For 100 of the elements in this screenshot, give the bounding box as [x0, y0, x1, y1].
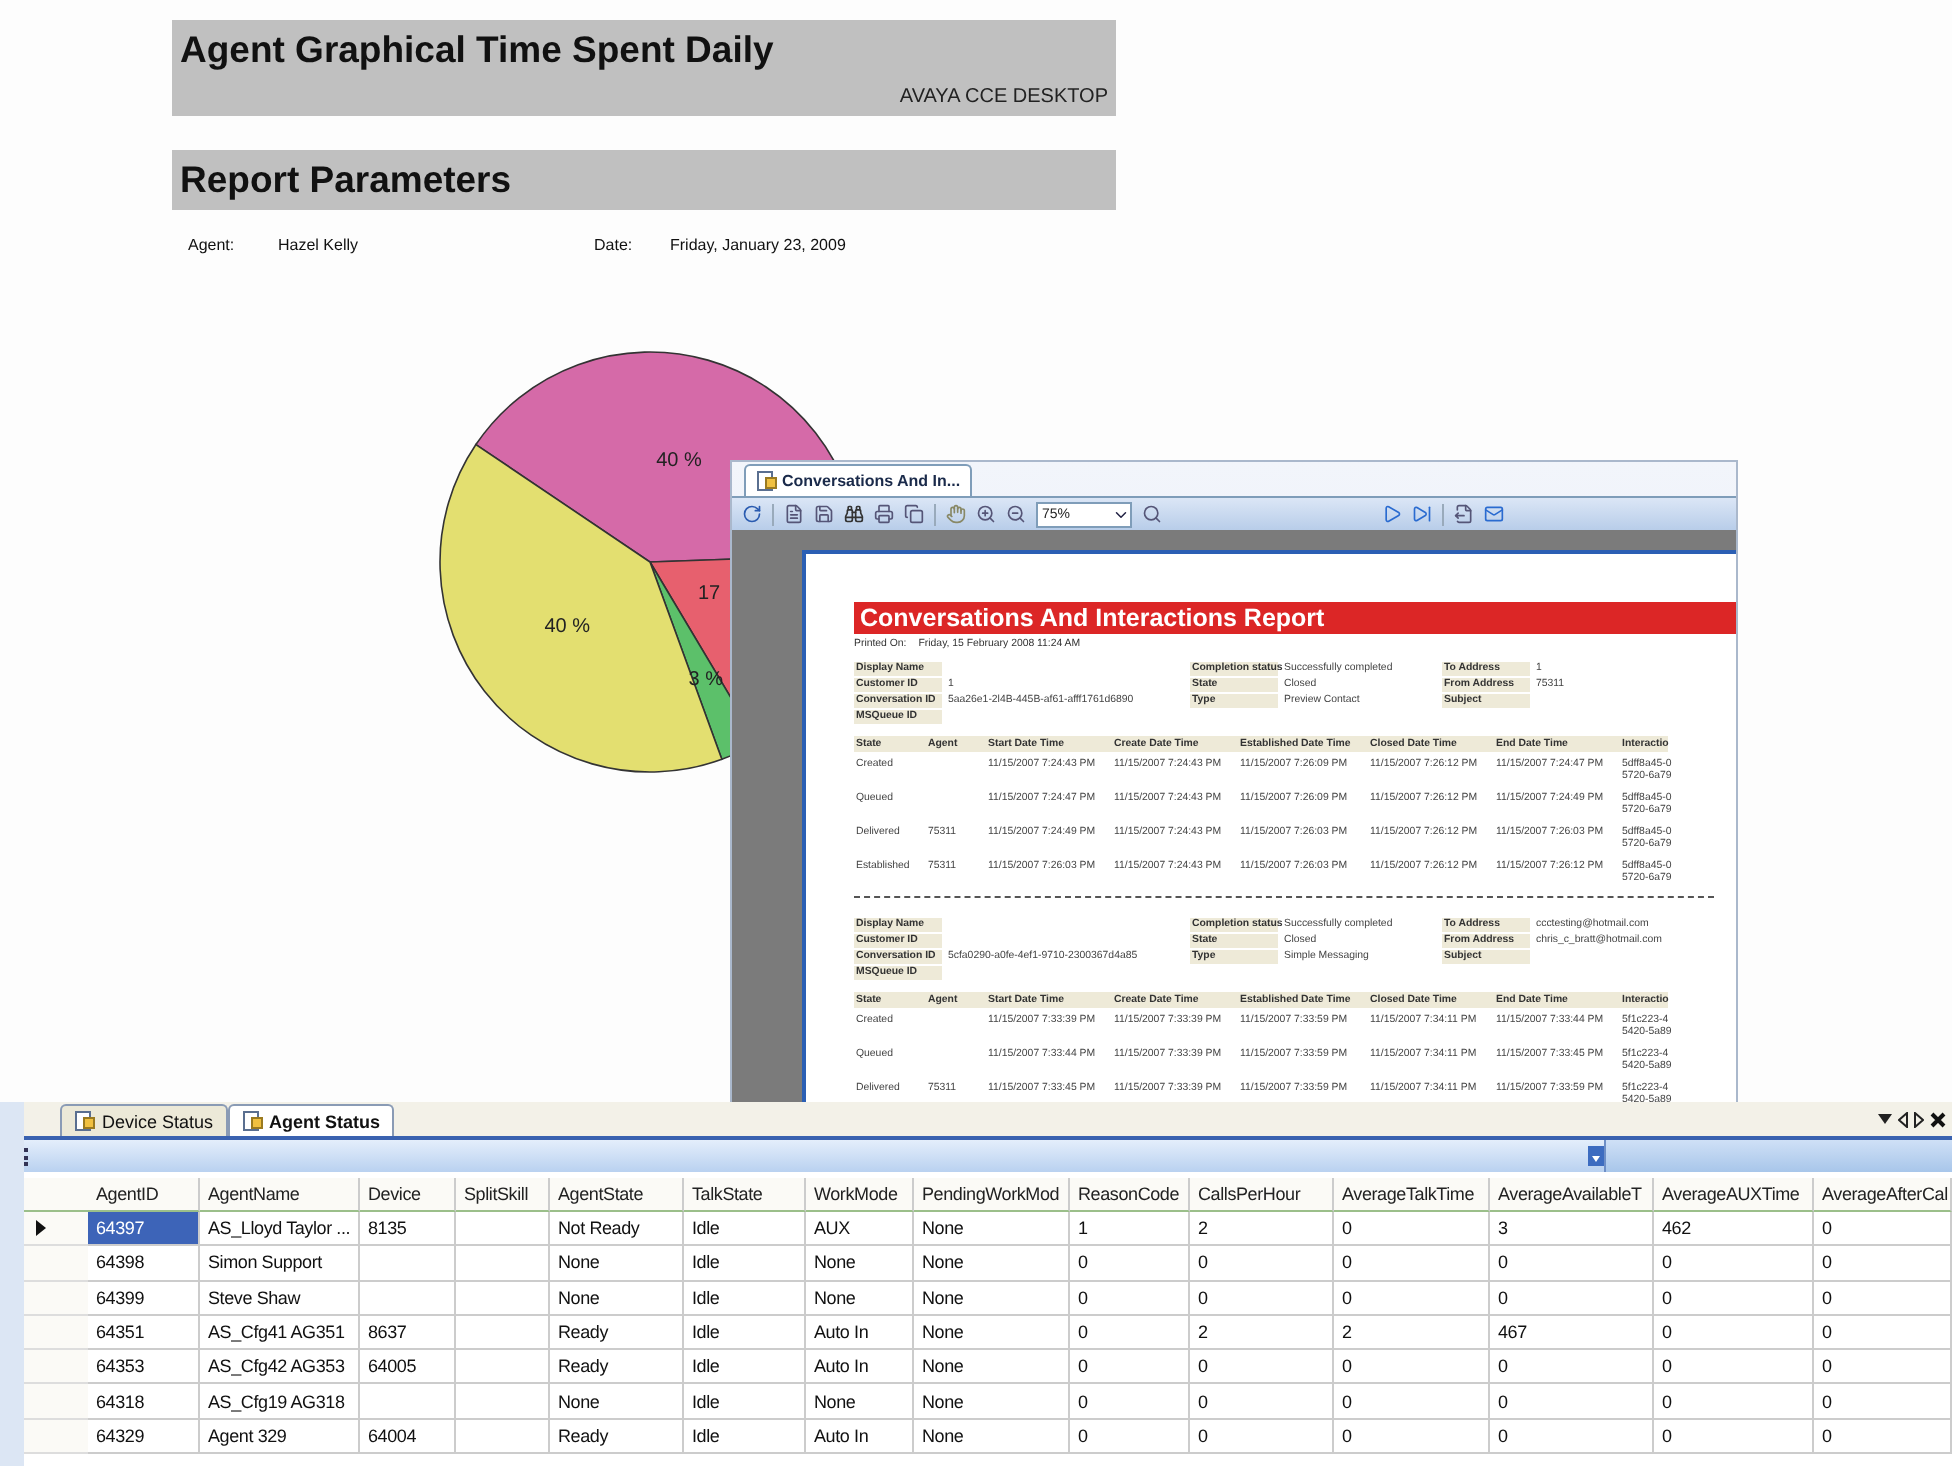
grip-icon: [24, 1147, 30, 1165]
table-cell: 0: [1334, 1384, 1490, 1420]
table-cell: AS_Lloyd Taylor ...: [200, 1212, 360, 1247]
table-cell: 0: [1654, 1281, 1814, 1316]
play-icon[interactable]: [1382, 504, 1402, 524]
column-header[interactable]: CallsPerHour: [1190, 1178, 1334, 1212]
panel-tab[interactable]: Device Status: [60, 1104, 228, 1136]
table-cell: 64398: [88, 1246, 200, 1282]
table-cell: 64397: [88, 1212, 200, 1247]
param-value: Hazel Kelly: [278, 236, 361, 254]
export-icon[interactable]: [1454, 504, 1474, 524]
table-cell: 2: [1190, 1315, 1334, 1351]
save-icon[interactable]: [814, 504, 834, 524]
refresh-icon[interactable]: [742, 504, 762, 524]
table-cell: None: [914, 1384, 1070, 1420]
table-cell: 0: [1190, 1384, 1334, 1420]
column-header[interactable]: ReasonCode: [1070, 1178, 1190, 1212]
table-cell: Ready: [550, 1350, 684, 1385]
table-cell: Auto In: [806, 1315, 914, 1351]
column-header[interactable]: AverageTalkTime: [1334, 1178, 1490, 1212]
zoom-in-icon[interactable]: [976, 504, 996, 524]
table-cell: 0: [1070, 1384, 1190, 1420]
slice-label: 40 %: [656, 450, 702, 473]
binoculars-icon[interactable]: [844, 504, 864, 524]
table-cell: 0: [1190, 1350, 1334, 1385]
column-header[interactable]: TalkState: [684, 1178, 806, 1212]
table-cell: 0: [1654, 1384, 1814, 1420]
table-cell: 0: [1334, 1419, 1490, 1455]
copy-icon[interactable]: [904, 504, 924, 524]
table-cell: 2: [1190, 1212, 1334, 1247]
table-cell: Idle: [684, 1212, 806, 1247]
skip-forward-icon[interactable]: [1412, 504, 1432, 524]
dropdown-icon[interactable]: [1878, 1114, 1892, 1124]
document-icon: [756, 470, 778, 492]
table-cell: 0: [1814, 1281, 1952, 1316]
table-cell: 1: [1070, 1212, 1190, 1247]
table-cell: 0: [1814, 1419, 1952, 1455]
table-cell: 0: [1490, 1350, 1654, 1385]
zoom-out-icon[interactable]: [1006, 504, 1026, 524]
panel-tab[interactable]: Agent Status: [227, 1104, 395, 1136]
table-cell: 0: [1334, 1212, 1490, 1247]
column-header[interactable]: AverageAvailableT: [1490, 1178, 1654, 1212]
table-cell: 0: [1814, 1384, 1952, 1420]
scroll-right-icon[interactable]: [1914, 1111, 1924, 1127]
table-cell: 3: [1490, 1212, 1654, 1247]
row-header[interactable]: [24, 1212, 88, 1247]
table-cell: None: [806, 1384, 914, 1420]
table-cell: Idle: [684, 1315, 806, 1351]
table-cell: 0: [1490, 1384, 1654, 1420]
column-header[interactable]: PendingWorkMod: [914, 1178, 1070, 1212]
table-cell: 0: [1334, 1246, 1490, 1282]
table-cell: 0: [1654, 1350, 1814, 1385]
table-cell: None: [806, 1281, 914, 1316]
table-cell: 0: [1654, 1315, 1814, 1351]
table-cell: 0: [1490, 1246, 1654, 1282]
table-cell: 0: [1654, 1246, 1814, 1282]
table-cell: AS_Cfg41 AG351: [200, 1315, 360, 1351]
slice-label: 17: [697, 583, 721, 606]
column-header[interactable]: WorkMode: [806, 1178, 914, 1212]
table-cell: Idle: [684, 1384, 806, 1420]
viewer-tab[interactable]: Conversations And In...: [744, 464, 973, 496]
column-header[interactable]: AverageAfterCal: [1814, 1178, 1952, 1212]
current-row-icon: [36, 1220, 46, 1237]
search-icon[interactable]: [1142, 504, 1162, 524]
table-cell: 0: [1190, 1281, 1334, 1316]
table-cell: 0: [1814, 1246, 1952, 1282]
table-cell: None: [914, 1350, 1070, 1385]
table-cell: 0: [1490, 1281, 1654, 1316]
column-header[interactable]: SplitSkill: [456, 1178, 550, 1212]
table-cell: 0: [1070, 1246, 1190, 1282]
table-cell: None: [914, 1281, 1070, 1316]
table-cell: Idle: [684, 1281, 806, 1316]
column-header[interactable]: AgentName: [200, 1178, 360, 1212]
page-icon[interactable]: [784, 504, 804, 524]
column-header[interactable]: AverageAUXTime: [1654, 1178, 1814, 1212]
hand-icon[interactable]: [946, 504, 966, 524]
column-header[interactable]: AgentState: [550, 1178, 684, 1212]
table-cell: 64351: [88, 1315, 200, 1351]
table-cell: None: [914, 1315, 1070, 1351]
table-cell: 0: [1070, 1281, 1190, 1316]
table-cell: 0: [1814, 1315, 1952, 1351]
scroll-left-icon[interactable]: [1898, 1111, 1908, 1127]
table-cell: None: [914, 1246, 1070, 1282]
table-cell: 0: [1070, 1315, 1190, 1351]
close-icon[interactable]: [1930, 1111, 1946, 1127]
table-cell: 0: [1334, 1281, 1490, 1316]
param-value: Friday, January 23, 2009: [670, 236, 848, 254]
table-cell: 64353: [88, 1350, 200, 1385]
table-cell: AS_Cfg42 AG353: [200, 1350, 360, 1385]
mail-icon[interactable]: [1484, 504, 1504, 524]
report-title: Conversations And Interactions Report: [854, 602, 1736, 634]
table-cell: 0: [1814, 1350, 1952, 1385]
header-corner: [24, 1178, 88, 1212]
printer-icon[interactable]: [874, 504, 894, 524]
table-cell: 64329: [88, 1419, 200, 1455]
table-cell: 0: [1814, 1212, 1952, 1247]
section-header: Report Parameters: [172, 150, 1116, 210]
column-header[interactable]: Device: [360, 1178, 456, 1212]
column-header[interactable]: AgentID: [88, 1178, 200, 1212]
overflow-icon[interactable]: [1588, 1146, 1604, 1166]
